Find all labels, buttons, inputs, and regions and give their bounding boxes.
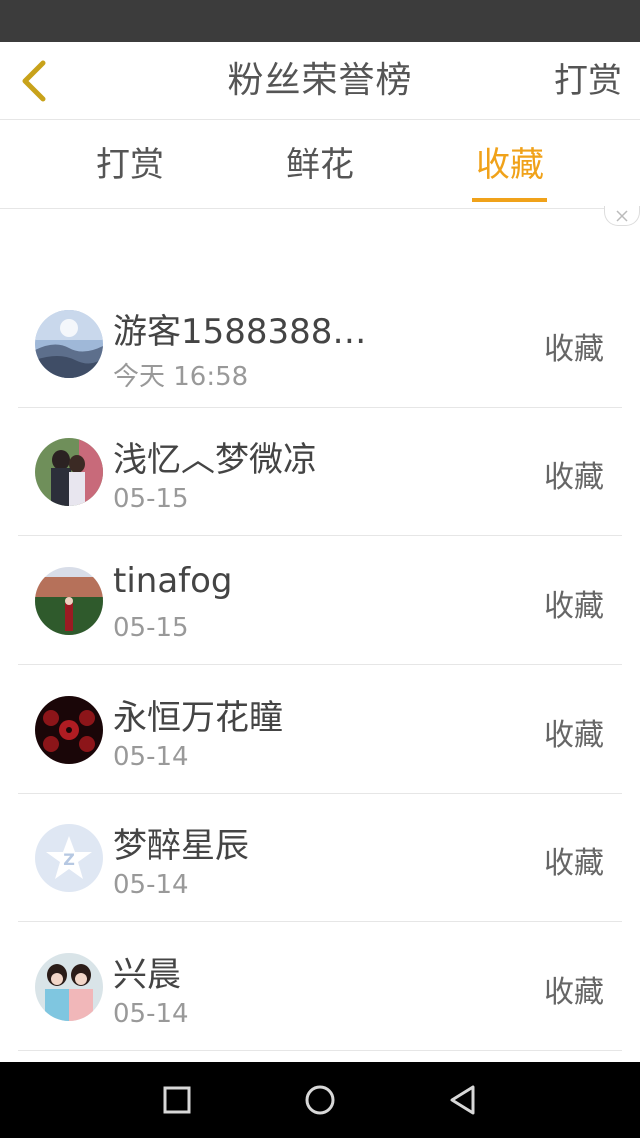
list-item[interactable]: 游客1588388… 今天 16:58 收藏: [18, 280, 622, 408]
action-label: 收藏: [544, 846, 604, 881]
avatar: [35, 310, 103, 378]
action-label: 收藏: [544, 589, 604, 624]
timestamp: 05-15: [113, 484, 189, 514]
avatar: [35, 696, 103, 764]
list-item[interactable]: 兴晨 05-14 收藏: [18, 923, 622, 1051]
square-icon: [163, 1086, 191, 1114]
timestamp: 05-14: [113, 999, 189, 1029]
tab-favorites[interactable]: 收藏: [450, 121, 570, 209]
triangle-back-icon: [450, 1085, 475, 1115]
action-label: 收藏: [544, 460, 604, 495]
user-name: 梦醉星辰: [113, 826, 249, 866]
timestamp: 05-14: [113, 742, 189, 772]
back-nav-button[interactable]: [443, 1080, 483, 1120]
user-name: tinafog: [113, 561, 233, 601]
user-name: 永恒万花瞳: [113, 698, 283, 738]
tab-flowers[interactable]: 鲜花: [260, 121, 380, 209]
timestamp: 今天 16:58: [113, 362, 249, 392]
timestamp: 05-14: [113, 870, 189, 900]
action-label: 收藏: [544, 718, 604, 753]
svg-text:Z: Z: [63, 850, 75, 869]
tab-reward[interactable]: 打赏: [70, 121, 190, 209]
action-label: 收藏: [544, 975, 604, 1010]
circle-icon: [305, 1085, 335, 1115]
page-title: 粉丝荣誉榜: [227, 60, 413, 101]
reward-button[interactable]: 打赏: [554, 42, 622, 120]
avatar: [35, 953, 103, 1021]
list-item[interactable]: 浅忆︿梦微凉 05-15 收藏: [18, 408, 622, 536]
back-button[interactable]: [10, 52, 58, 110]
action-label: 收藏: [544, 332, 604, 367]
active-tab-indicator: [472, 198, 547, 202]
avatar: [35, 567, 103, 635]
system-nav-bar: [0, 1062, 640, 1138]
close-ad-button[interactable]: [604, 206, 640, 226]
list-item[interactable]: tinafog 05-15 收藏: [18, 537, 622, 665]
header: 粉丝荣誉榜 打赏: [0, 42, 640, 120]
avatar: Z: [35, 824, 103, 892]
avatar: [35, 438, 103, 506]
user-name: 兴晨: [113, 955, 181, 995]
list-item[interactable]: Z 梦醉星辰 05-14 收藏: [18, 794, 622, 922]
list-item[interactable]: 永恒万花瞳 05-14 收藏: [18, 666, 622, 794]
recent-apps-button[interactable]: [157, 1080, 197, 1120]
status-bar: [0, 0, 640, 42]
home-button[interactable]: [300, 1080, 340, 1120]
back-chevron-icon: [22, 60, 46, 102]
tab-bar: 打赏 鲜花 收藏: [0, 121, 640, 209]
user-name: 浅忆︿梦微凉: [113, 440, 317, 480]
user-name: 游客1588388…: [113, 312, 367, 352]
timestamp: 05-15: [113, 613, 189, 643]
close-icon: [616, 209, 628, 222]
